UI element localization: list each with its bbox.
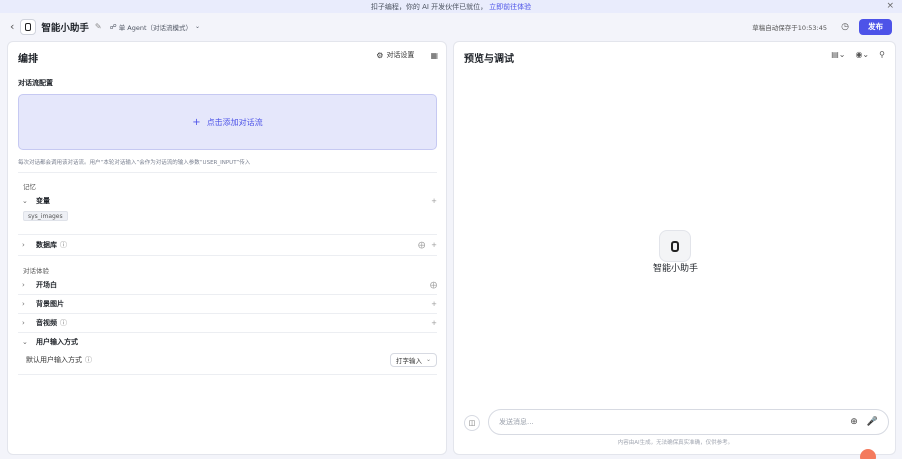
close-icon[interactable]: × <box>886 1 894 11</box>
chevron-right-icon[interactable]: › <box>22 300 32 308</box>
add-icon[interactable]: + <box>431 300 437 308</box>
divider <box>18 313 437 314</box>
user-input-label: 用户输入方式 <box>36 337 78 346</box>
history-icon[interactable]: ◷ <box>837 19 853 35</box>
chevron-right-icon[interactable]: › <box>22 319 32 327</box>
panel-title: 编排 <box>18 54 38 65</box>
variable-label: 变量 <box>36 196 50 205</box>
flow-hint: 每次对话都会调用该对话流。用户“本轮对话输入”会作为对话流的输入参数“USER_… <box>18 160 251 166</box>
view-mode-icon[interactable]: ▤⌄ <box>831 50 845 59</box>
chevron-down-icon[interactable]: ⌄ <box>22 197 32 205</box>
banner-text: 扣子编程，你的 AI 开发伙伴已就位， <box>370 2 488 11</box>
database-label: 数据库 <box>36 240 57 249</box>
mode-label: 单 Agent（对话流模式） <box>118 23 193 32</box>
app-name: 智能小助手 <box>41 22 89 34</box>
default-input-label: 默认用户输入方式 <box>26 355 82 364</box>
divider <box>18 172 437 173</box>
divider <box>18 294 437 295</box>
background-image-label: 背景图片 <box>36 299 64 308</box>
opening-label: 开场白 <box>36 280 57 289</box>
ai-disclaimer: 内容由AI生成，无法确保真实准确，仅供参考。 <box>617 440 734 446</box>
info-icon[interactable]: ⓘ <box>85 355 92 365</box>
panel-title: 预览与调试 <box>464 54 514 65</box>
message-input[interactable] <box>499 418 842 426</box>
orchestration-panel: 编排 ⚙ 对话设置 ▦ 对话流配置 + 点击添加对话流 每次对话都会调用该对话流… <box>7 41 447 455</box>
divider <box>18 234 437 235</box>
settings-icon[interactable]: ⨁ <box>430 281 437 289</box>
background-image-row[interactable]: › 背景图片 + <box>18 296 437 311</box>
audio-video-label: 音视频 <box>36 318 57 327</box>
default-input-mode-row: 默认用户输入方式 ⓘ 打字输入 ⌄ <box>26 352 437 367</box>
opening-row[interactable]: › 开场白 ⨁ <box>18 277 437 292</box>
add-flow-label: 点击添加对话流 <box>206 117 263 127</box>
settings-icon[interactable]: ⨁ <box>418 241 425 249</box>
chevron-down-icon: ⌄ <box>425 356 431 363</box>
visibility-icon[interactable]: ◉⌄ <box>855 50 869 59</box>
dialog-settings-icon[interactable]: ⚙ <box>376 51 383 60</box>
top-banner: 扣子编程，你的 AI 开发伙伴已就位， 立即前往体验 × <box>0 0 902 13</box>
divider <box>18 374 437 375</box>
experience-group-label: 对话体验 <box>23 267 49 275</box>
chevron-right-icon[interactable]: › <box>22 241 32 249</box>
flow-icon: ☍ <box>109 22 117 31</box>
divider <box>18 255 437 256</box>
plus-icon: + <box>192 116 201 128</box>
clear-history-icon[interactable]: ◫ <box>464 415 480 431</box>
memory-group-label: 记忆 <box>23 183 36 191</box>
dialog-settings-button[interactable]: 对话设置 <box>386 50 414 60</box>
info-icon[interactable]: ⓘ <box>60 240 67 250</box>
autosave-status: 草稿自动保存于10:53:45 <box>752 23 827 32</box>
message-input-box[interactable]: ⊕ 🎤 <box>488 409 889 435</box>
database-row[interactable]: › 数据库 ⓘ ⨁ + <box>18 237 437 252</box>
variable-row[interactable]: ⌄ 变量 + <box>18 193 437 208</box>
top-bar: ‹ 智能小助手 ✎ ☍ 单 Agent（对话流模式） ⌄ 草稿自动保存于10:5… <box>0 13 902 40</box>
info-icon[interactable]: ⓘ <box>60 318 67 328</box>
app-icon <box>20 18 37 35</box>
floating-help-button[interactable] <box>860 449 876 459</box>
chevron-left-icon[interactable]: ‹ <box>10 20 14 33</box>
chevron-down-icon: ⌄ <box>195 23 201 30</box>
add-attachment-icon[interactable]: ⊕ <box>850 417 858 427</box>
layout-grid-icon[interactable]: ▦ <box>430 51 438 60</box>
audio-video-row[interactable]: › 音视频 ⓘ + <box>18 315 437 330</box>
divider <box>18 332 437 333</box>
bot-name: 智能小助手 <box>652 264 698 274</box>
variable-tag: sys_images <box>23 211 68 221</box>
chevron-right-icon[interactable]: › <box>22 281 32 289</box>
bot-avatar <box>659 230 691 262</box>
publish-button[interactable]: 发布 <box>859 18 892 35</box>
input-mode-value: 打字输入 <box>395 356 422 365</box>
banner-link[interactable]: 立即前往体验 <box>489 2 531 12</box>
input-mode-select[interactable]: 打字输入 ⌄ <box>389 352 437 367</box>
add-icon[interactable]: + <box>431 241 437 249</box>
microphone-icon[interactable]: 🎤 <box>867 417 878 427</box>
agent-mode-selector[interactable]: ☍ 单 Agent（对话流模式） ⌄ <box>110 22 200 32</box>
edit-icon[interactable]: ✎ <box>95 22 102 31</box>
flow-config-title: 对话流配置 <box>18 79 53 87</box>
user-input-row[interactable]: ⌄ 用户输入方式 <box>18 334 437 349</box>
add-icon[interactable]: + <box>431 197 437 205</box>
clear-icon[interactable]: ⚲ <box>879 50 885 59</box>
add-icon[interactable]: + <box>431 319 437 327</box>
chevron-down-icon[interactable]: ⌄ <box>22 338 32 346</box>
preview-panel: 预览与调试 ▤⌄ ◉⌄ ⚲ 智能小助手 ◫ ⊕ 🎤 内容由AI生成，无法确保真实… <box>453 41 896 455</box>
add-dialog-flow-button[interactable]: + 点击添加对话流 <box>18 94 437 150</box>
